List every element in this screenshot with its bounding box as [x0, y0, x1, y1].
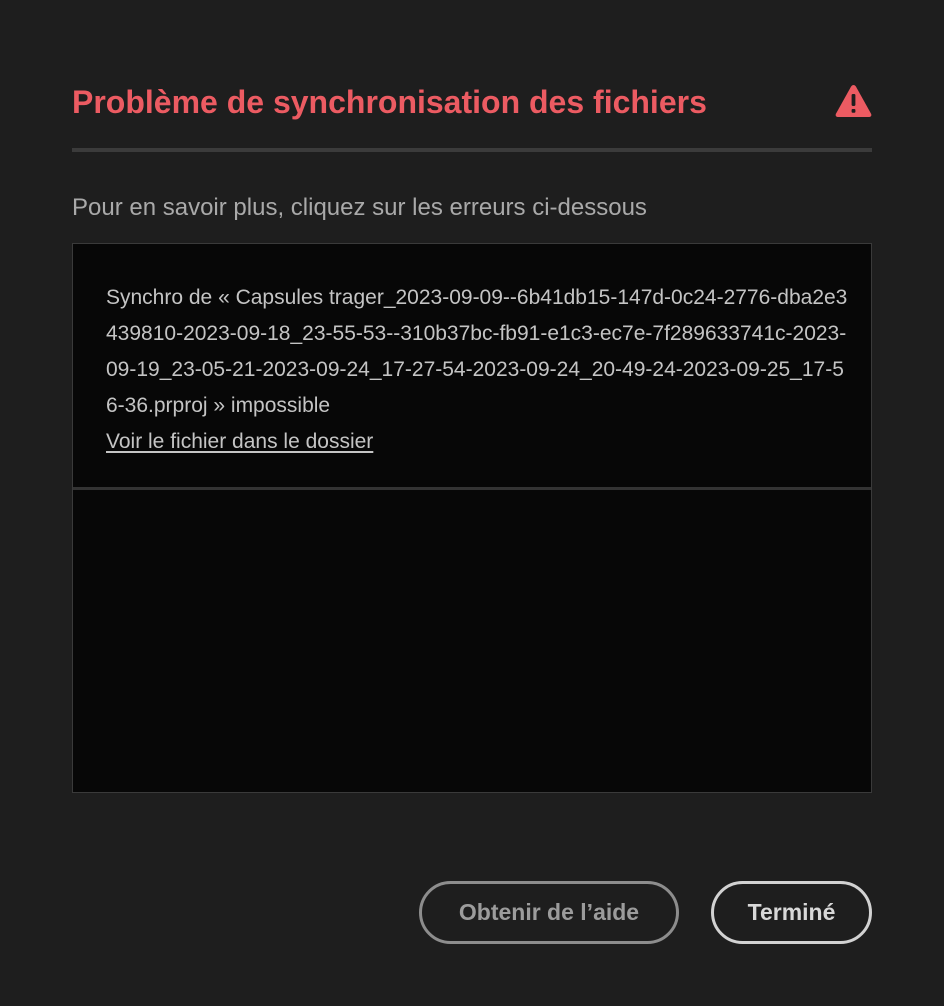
- error-list-item[interactable]: Synchro de « Capsules trager_2023-09-09-…: [73, 244, 871, 490]
- get-help-button[interactable]: Obtenir de l’aide: [419, 881, 679, 944]
- title-divider: [72, 148, 872, 152]
- dialog-title: Problème de synchronisation des fichiers: [72, 84, 707, 120]
- error-list[interactable]: Synchro de « Capsules trager_2023-09-09-…: [72, 243, 872, 793]
- done-button[interactable]: Terminé: [711, 881, 872, 944]
- error-message: Synchro de « Capsules trager_2023-09-09-…: [106, 286, 848, 417]
- dialog-subtitle: Pour en savoir plus, cliquez sur les err…: [72, 194, 647, 221]
- sync-error-dialog: Problème de synchronisation des fichiers…: [0, 0, 944, 1006]
- alert-triangle-icon: [835, 85, 872, 117]
- view-file-in-folder-link[interactable]: Voir le fichier dans le dossier: [106, 424, 373, 460]
